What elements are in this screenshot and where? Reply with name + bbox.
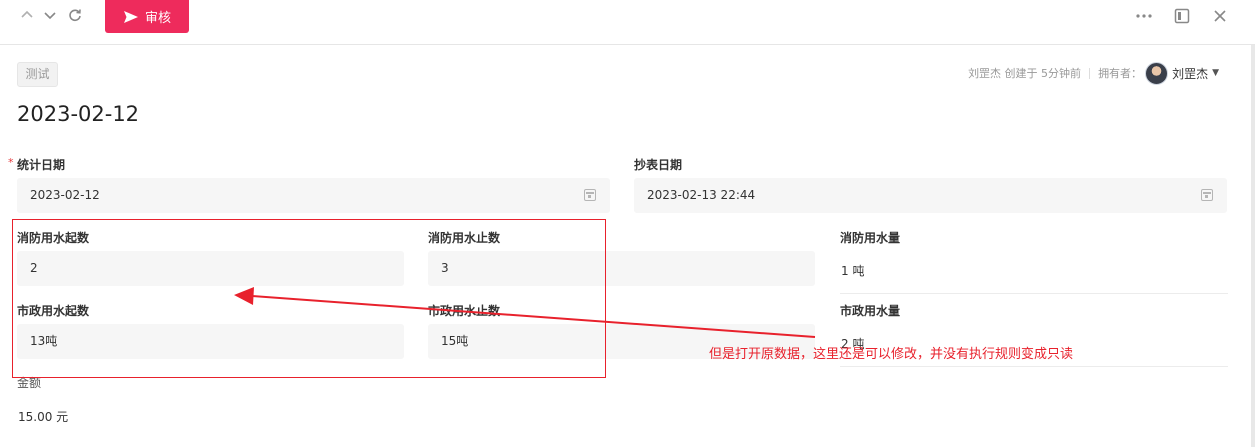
annotation-text: 但是打开原数据，这里还是可以修改，并没有执行规则变成只读 bbox=[709, 347, 1074, 362]
annotation-arrow bbox=[234, 287, 816, 338]
